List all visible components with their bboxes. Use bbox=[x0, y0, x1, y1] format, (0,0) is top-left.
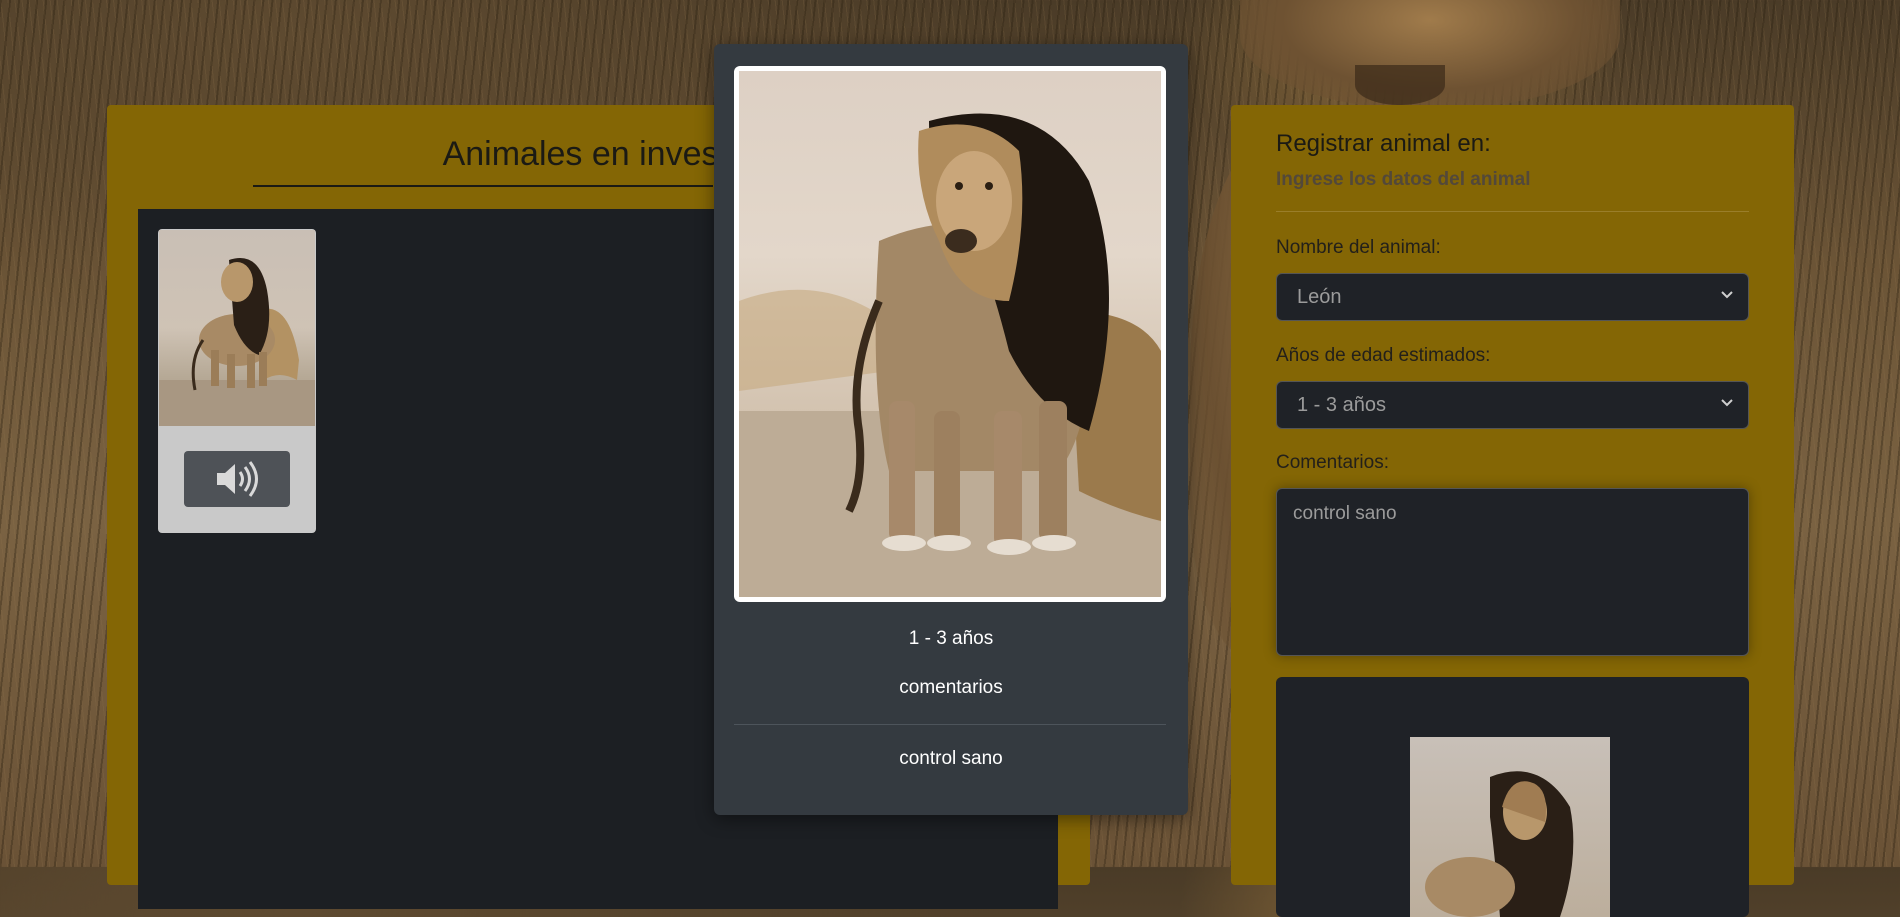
lion-preview-illustration bbox=[1425, 771, 1574, 917]
register-form-panel: Registrar animal en: Ingrese los datos d… bbox=[1231, 105, 1794, 917]
animal-detail-modal: 1 - 3 años comentarios control sano bbox=[714, 44, 1188, 815]
animal-thumbnail[interactable] bbox=[159, 230, 315, 426]
comments-label: Comentarios: bbox=[1276, 452, 1389, 473]
background-lion-muzzle bbox=[1355, 65, 1445, 105]
form-title: Registrar animal en: bbox=[1276, 130, 1491, 157]
age-select[interactable]: 1 - 3 años bbox=[1276, 381, 1749, 429]
gallery-title-underline bbox=[253, 185, 713, 187]
modal-divider bbox=[734, 724, 1166, 725]
modal-image-frame bbox=[734, 66, 1166, 602]
modal-comments-value: control sano bbox=[899, 748, 1003, 769]
image-preview-box bbox=[1276, 677, 1749, 917]
animal-name-select[interactable]: León bbox=[1276, 273, 1749, 321]
age-label: Años de edad estimados: bbox=[1276, 345, 1491, 366]
animal-preview-image bbox=[1410, 737, 1610, 917]
lion-illustration bbox=[739, 113, 1161, 597]
lion-thumbnail-illustration bbox=[159, 258, 315, 426]
chevron-down-icon bbox=[1721, 399, 1733, 407]
age-value: 1 - 3 años bbox=[1297, 393, 1386, 416]
modal-age-text: 1 - 3 años bbox=[908, 628, 994, 649]
animal-card[interactable] bbox=[158, 229, 316, 533]
modal-comments-label: comentarios bbox=[899, 677, 1003, 698]
comments-textarea[interactable]: control sano bbox=[1276, 488, 1749, 656]
form-divider bbox=[1276, 211, 1749, 212]
speaker-icon bbox=[217, 461, 258, 497]
modal-animal-image bbox=[739, 71, 1161, 597]
animal-name-label: Nombre del animal: bbox=[1276, 237, 1441, 258]
form-subtitle: Ingrese los datos del animal bbox=[1276, 169, 1531, 190]
chevron-down-icon bbox=[1721, 291, 1733, 299]
animal-name-value: León bbox=[1297, 285, 1342, 308]
audio-play-button[interactable] bbox=[184, 451, 290, 507]
